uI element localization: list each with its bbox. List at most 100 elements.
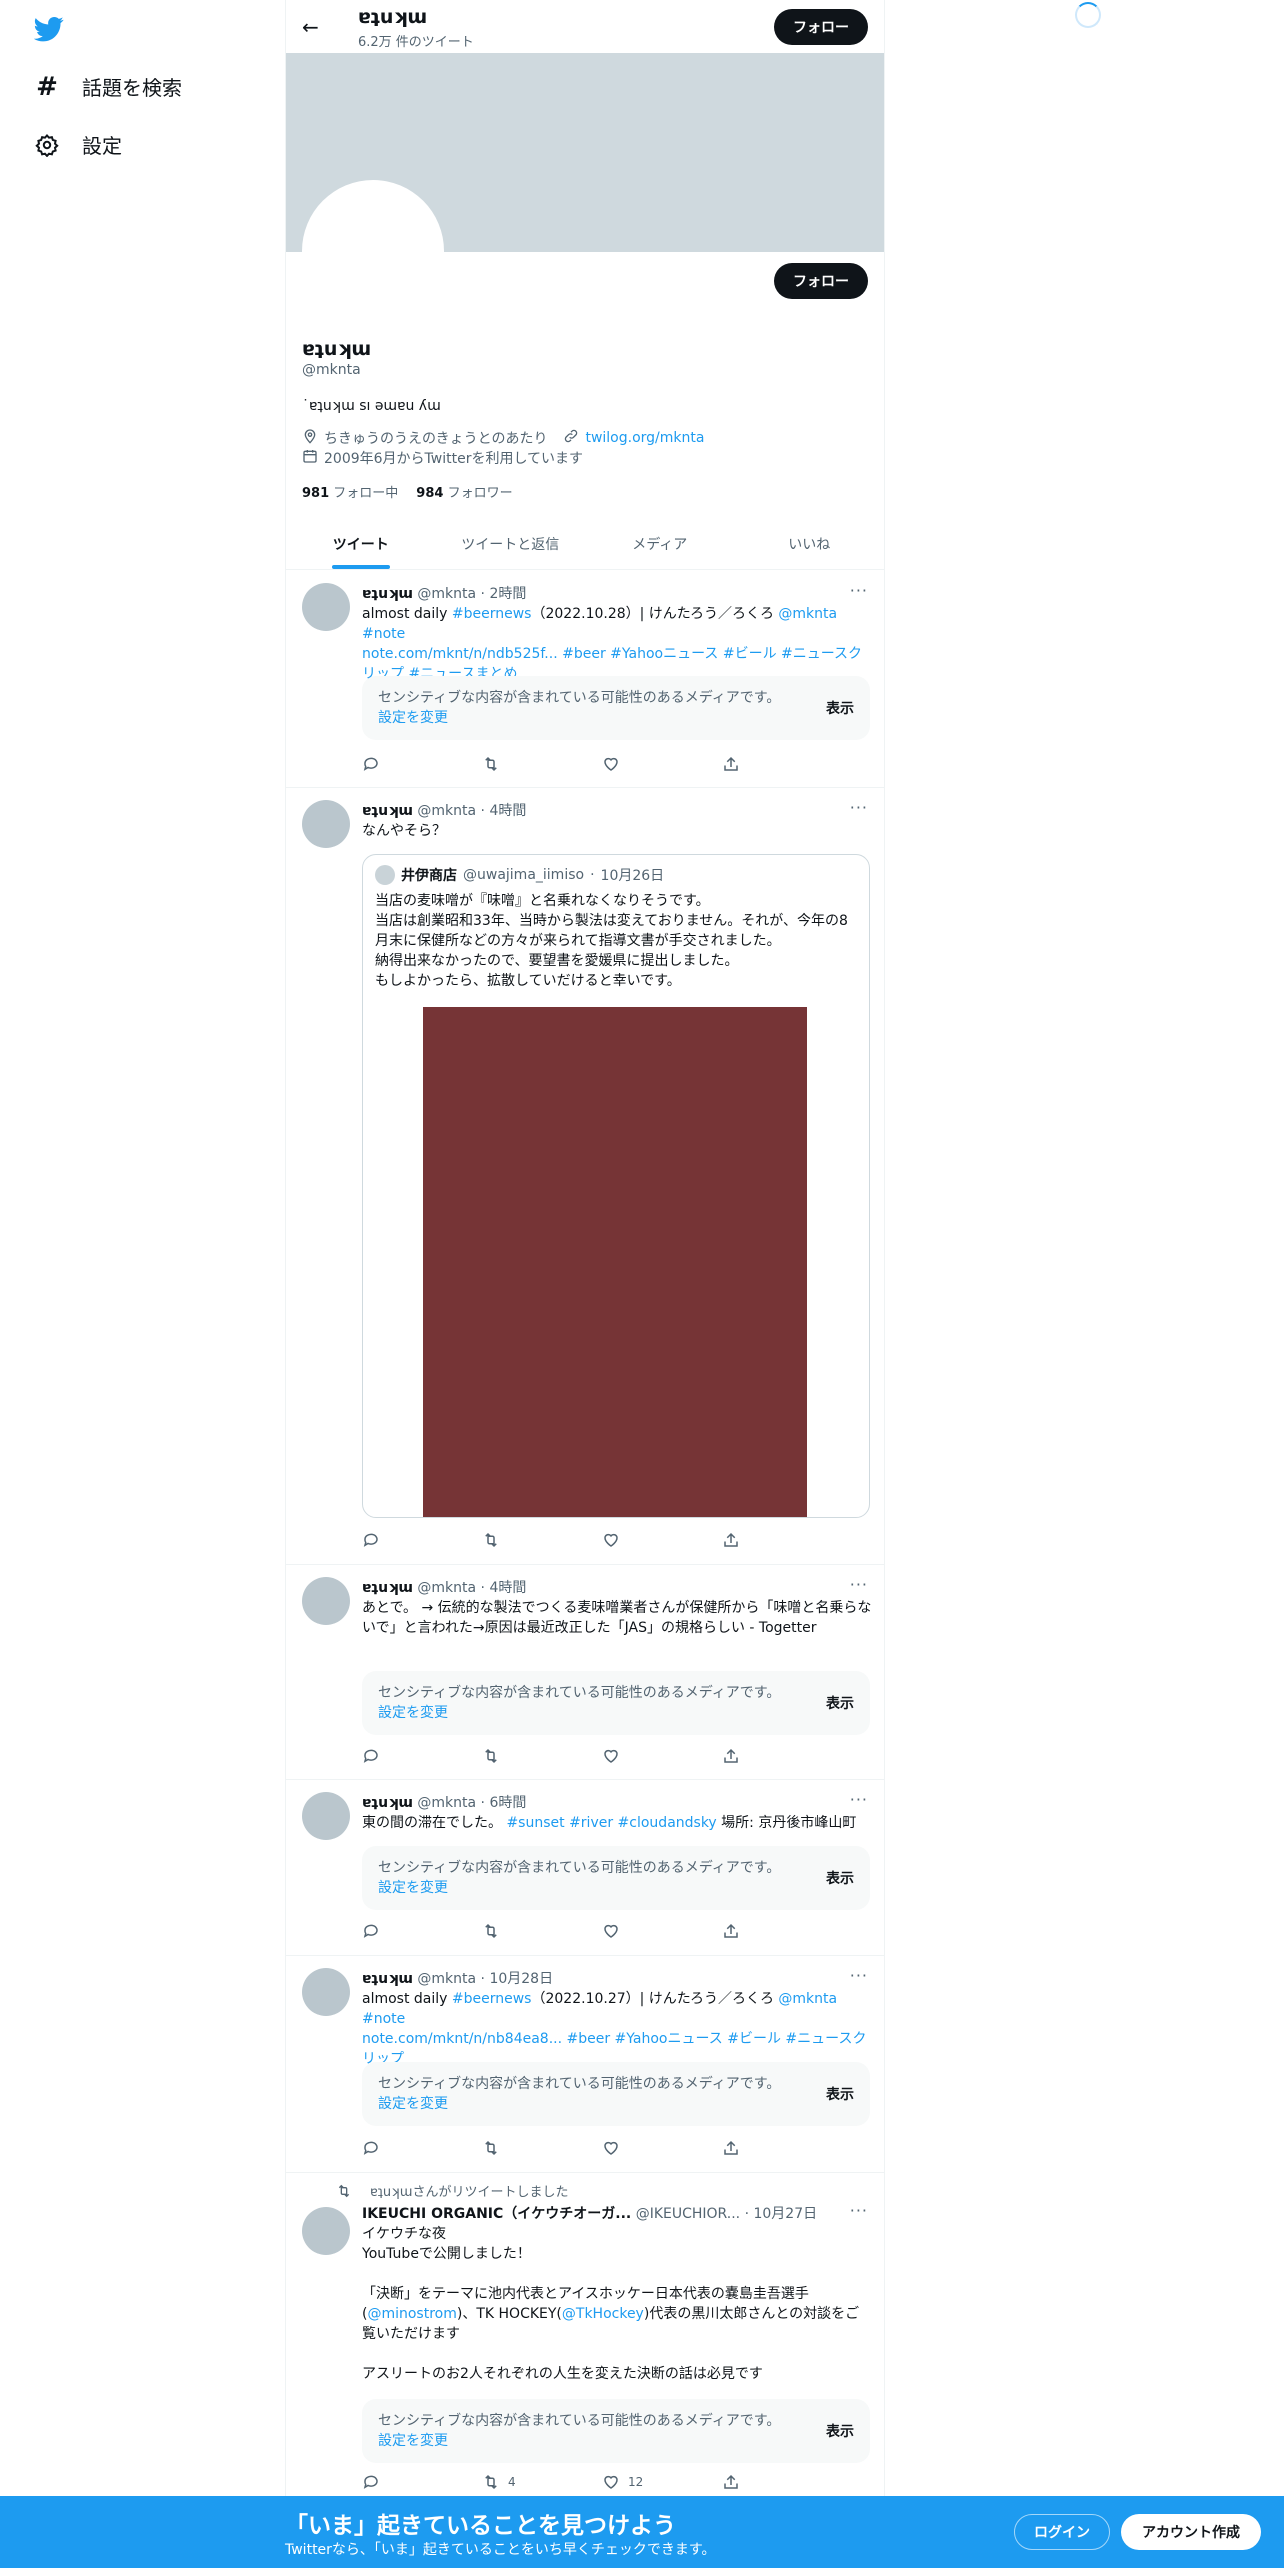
retweet-button[interactable] — [482, 2139, 602, 2157]
avatar[interactable] — [302, 800, 350, 848]
retweeted-by-text[interactable]: ɐʇuʞɯさんがリツイートしました — [370, 2181, 568, 2200]
tweet-time[interactable]: 10月28日 — [489, 1971, 553, 1987]
show-button[interactable]: 表示 — [826, 698, 854, 718]
tab-tweets[interactable]: ツイート — [286, 518, 436, 569]
quoted-tweet[interactable]: 井伊商店 @uwajima_iimiso · 10月26日 当店の麦味噌が『味噌… — [362, 854, 870, 1518]
profile-joined: 2009年6月からTwitterを利用しています — [324, 451, 584, 467]
share-button[interactable] — [722, 1747, 842, 1765]
create-account-button[interactable]: アカウント作成 — [1121, 2514, 1261, 2550]
tab-likes[interactable]: いいね — [735, 518, 885, 569]
like-button[interactable] — [602, 755, 722, 773]
profile-avatar[interactable] — [302, 180, 444, 322]
tweet-author-handle[interactable]: @mknta — [417, 1971, 476, 1987]
change-settings-link[interactable]: 設定を変更 — [378, 710, 448, 726]
change-settings-link[interactable]: 設定を変更 — [378, 2433, 448, 2449]
reply-button[interactable] — [362, 755, 482, 773]
back-arrow-icon[interactable]: ← — [302, 15, 332, 39]
share-button[interactable] — [722, 755, 842, 773]
tweet-author-name[interactable]: ɐʇuʞɯ — [362, 1580, 413, 1596]
more-icon[interactable]: ··· — [850, 581, 868, 600]
like-button[interactable] — [602, 1922, 722, 1940]
change-settings-link[interactable]: 設定を変更 — [378, 1705, 448, 1721]
tweet-author-name[interactable]: ɐʇuʞɯ — [362, 1795, 413, 1811]
tweet-time[interactable]: 6時間 — [489, 1795, 526, 1811]
tab-tweets-and-replies[interactable]: ツイートと返信 — [436, 518, 586, 569]
header-name: ɐʇuʞɯ — [358, 6, 428, 28]
like-button[interactable] — [602, 2139, 722, 2157]
retweet-button[interactable] — [482, 1922, 602, 1940]
avatar[interactable] — [302, 1792, 350, 1840]
profile-link[interactable]: twilog.org/mknta — [585, 430, 704, 446]
reply-button[interactable] — [362, 1531, 482, 1549]
tweet-time[interactable]: 2時間 — [489, 586, 526, 602]
like-button[interactable] — [602, 1531, 722, 1549]
hashtag-link[interactable]: #sunset #river #cloudandsky — [506, 1815, 716, 1831]
mention-link[interactable]: @TkHockey — [562, 2306, 644, 2322]
show-button[interactable]: 表示 — [826, 2084, 854, 2104]
tweet[interactable]: ɐʇuʞɯ @mknta · 10月28日 ··· almost daily #… — [286, 1956, 884, 2173]
more-icon[interactable]: ··· — [850, 798, 868, 817]
more-icon[interactable]: ··· — [850, 2201, 868, 2220]
like-button[interactable] — [602, 1747, 722, 1765]
tweet-author-name[interactable]: ɐʇuʞɯ — [362, 1971, 413, 1987]
reply-button[interactable] — [362, 2473, 482, 2491]
login-button[interactable]: ログイン — [1014, 2514, 1110, 2550]
share-button[interactable] — [722, 2139, 842, 2157]
mention-link[interactable]: @minostrom — [367, 2306, 456, 2322]
more-icon[interactable]: ··· — [850, 1575, 868, 1594]
profile-follow-button[interactable]: フォロー — [774, 263, 868, 299]
twitter-logo-icon[interactable] — [34, 14, 64, 44]
followers-link[interactable]: 984 フォロワー — [416, 482, 512, 501]
share-button[interactable] — [722, 2473, 842, 2491]
retweet-button[interactable] — [482, 755, 602, 773]
following-link[interactable]: 981 フォロー中 — [302, 482, 398, 501]
tweet[interactable]: ɐʇuʞɯさんがリツイートしました IKEUCHI ORGANIC（イケウチオー… — [286, 2173, 884, 2496]
share-button[interactable] — [722, 1922, 842, 1940]
more-icon[interactable]: ··· — [850, 1790, 868, 1809]
tweet-author-handle[interactable]: @IKEUCHIOR... — [636, 2206, 740, 2222]
tweet[interactable]: ɐʇuʞɯ @mknta · 6時間 ··· 東の間の滞在でした。 #sunse… — [286, 1780, 884, 1956]
reply-icon — [363, 1749, 378, 1763]
more-icon[interactable]: ··· — [850, 1966, 868, 1985]
reply-button[interactable] — [362, 1922, 482, 1940]
tweet-time[interactable]: 4時間 — [489, 1580, 526, 1596]
nav-explore[interactable]: # 話題を検索 — [34, 72, 182, 102]
avatar[interactable] — [302, 1577, 350, 1625]
like-button[interactable]: 12 — [602, 2473, 722, 2491]
tweet-time[interactable]: 10月27日 — [753, 2206, 817, 2222]
retweet-icon — [485, 2474, 497, 2490]
avatar[interactable] — [302, 1968, 350, 2016]
show-button[interactable]: 表示 — [826, 1693, 854, 1713]
hashtag-link[interactable]: #beernews — [452, 606, 532, 622]
tab-media[interactable]: メディア — [585, 518, 735, 569]
tweet[interactable]: ɐʇuʞɯ @mknta · 4時間 ··· あとで。 → 伝統的な製法でつくる… — [286, 1565, 884, 1780]
show-button[interactable]: 表示 — [826, 2421, 854, 2441]
retweet-button[interactable] — [482, 1531, 602, 1549]
tweet[interactable]: ɐʇuʞɯ @mknta · 4時間 ··· なんやそら？ 井伊商店 @uwaj… — [286, 788, 884, 1565]
tweet-author-handle[interactable]: @mknta — [417, 1580, 476, 1596]
change-settings-link[interactable]: 設定を変更 — [378, 2096, 448, 2112]
retweet-button[interactable]: 4 — [482, 2473, 602, 2491]
reply-button[interactable] — [362, 2139, 482, 2157]
tweet-author-handle[interactable]: @mknta — [417, 1795, 476, 1811]
change-settings-link[interactable]: 設定を変更 — [378, 1880, 448, 1896]
tweet-author-handle[interactable]: @mknta — [417, 586, 476, 602]
quoted-tweet-image[interactable] — [423, 1007, 807, 1517]
share-button[interactable] — [722, 1531, 842, 1549]
tweet-time[interactable]: 4時間 — [489, 803, 526, 819]
sensitive-media-notice: センシティブな内容が含まれている可能性のあるメディアです。設定を変更 表示 — [362, 1846, 870, 1910]
nav-settings[interactable]: 設定 — [34, 130, 122, 159]
header-follow-button[interactable]: フォロー — [774, 9, 868, 45]
tweet-header: IKEUCHI ORGANIC（イケウチオーガ... @IKEUCHIOR...… — [362, 2206, 818, 2222]
avatar[interactable] — [302, 583, 350, 631]
tweet-author-name[interactable]: ɐʇuʞɯ — [362, 803, 413, 819]
tweet[interactable]: ɐʇuʞɯ @mknta · 2時間 ··· almost daily #bee… — [286, 571, 884, 788]
avatar[interactable] — [302, 2207, 350, 2255]
show-button[interactable]: 表示 — [826, 1868, 854, 1888]
tweet-author-name[interactable]: IKEUCHI ORGANIC（イケウチオーガ... — [362, 2206, 631, 2222]
hashtag-link[interactable]: #beernews — [452, 1991, 532, 2007]
tweet-author-name[interactable]: ɐʇuʞɯ — [362, 586, 413, 602]
tweet-author-handle[interactable]: @mknta — [417, 803, 476, 819]
reply-button[interactable] — [362, 1747, 482, 1765]
retweet-button[interactable] — [482, 1747, 602, 1765]
